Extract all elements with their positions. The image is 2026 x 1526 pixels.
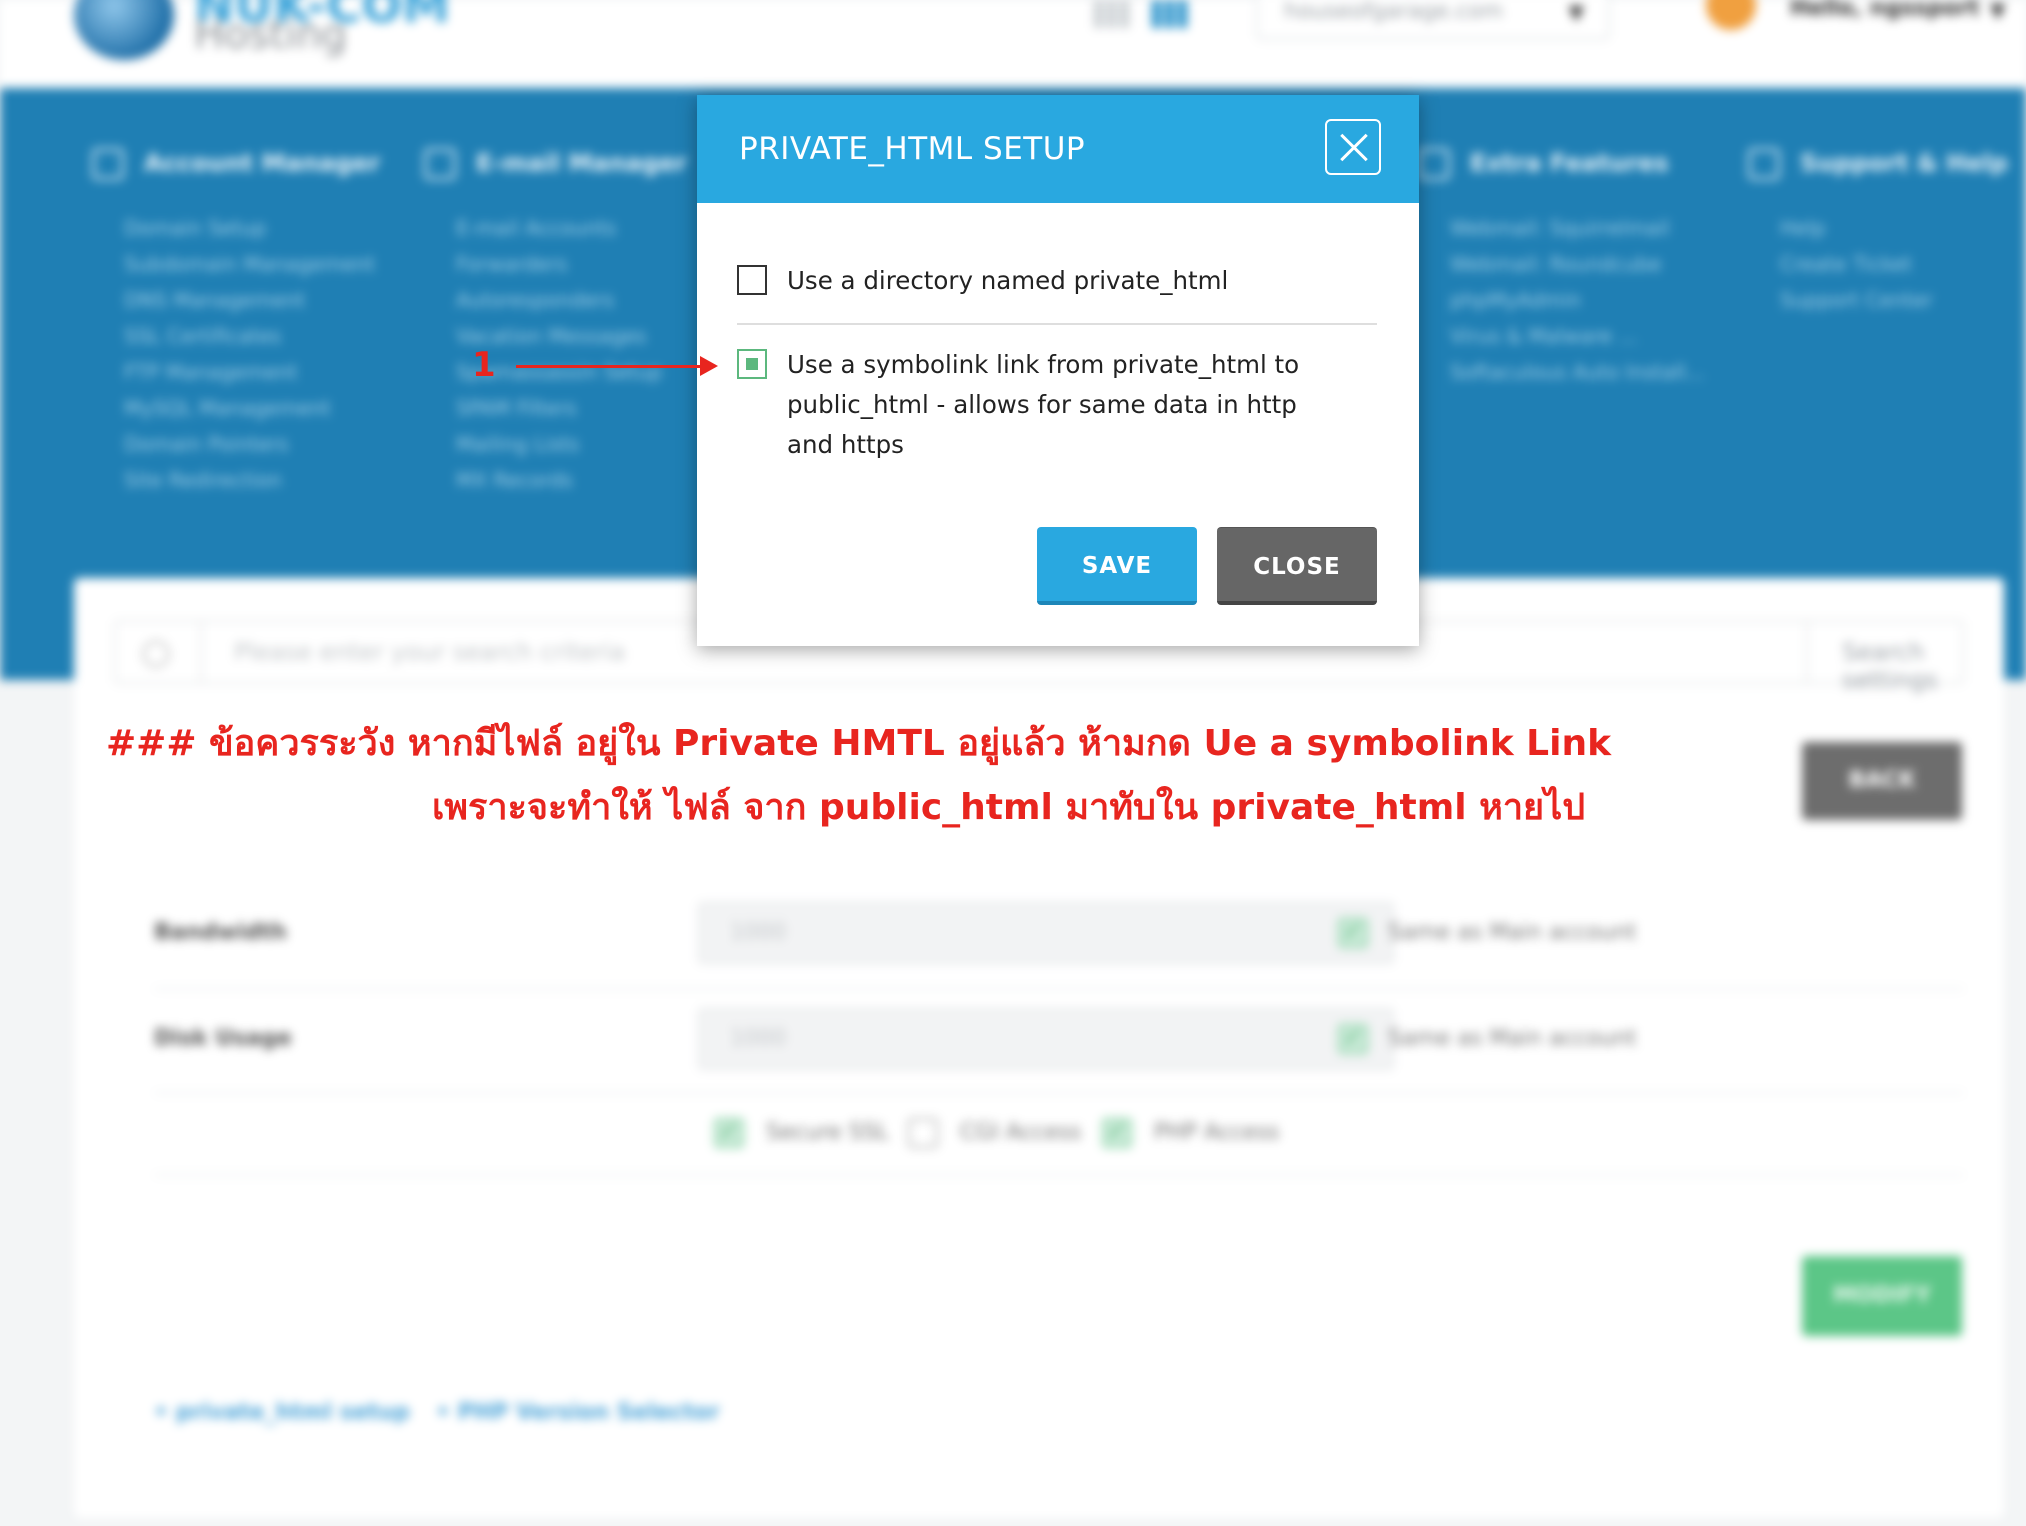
nav-item[interactable]: Help [1748,216,2008,252]
bandwidth-same-checkbox[interactable] [1338,917,1368,948]
bandwidth-label: Bandwidth [154,920,287,945]
dialog-header: PRIVATE_HTML SETUP [697,95,1419,203]
nav-column-account: Account Manager Domain Setup Subdomain M… [92,148,380,504]
php-access-label: PHP Access [1154,1120,1280,1145]
disk-usage-label: Disk Usage [154,1026,292,1051]
private-html-setup-link[interactable]: • private_html setup [154,1400,410,1425]
disk-same-label: Same as Main account [1388,1026,1637,1051]
annotation-arrow-line [516,365,706,368]
nav-item[interactable]: Webmail: Squirrelmail [1418,216,1705,252]
search-input[interactable]: Please enter your search criteria [234,638,625,666]
grid-view-icon[interactable] [1094,0,1130,28]
nav-heading[interactable]: Extra Features [1418,148,1705,196]
nav-item[interactable]: SSL Certificates [92,324,380,360]
list-view-icon[interactable] [1152,0,1188,28]
nav-item[interactable]: Domain Pointers [92,432,380,468]
nav-item[interactable]: Forwarders [424,252,687,288]
warning-text-line2: เพราะจะทำให้ ไฟล์ จาก public_html มาทับใ… [432,787,1586,828]
nav-item[interactable]: Mailing Lists [424,432,687,468]
search-settings-button[interactable]: Search settings [1842,638,1962,694]
nav-heading[interactable]: Account Manager [92,148,380,196]
bandwidth-input[interactable]: 1000 [698,902,1394,964]
extra-features-icon [1418,148,1450,180]
nav-item[interactable]: phpMyAdmin [1418,288,1705,324]
account-icon [92,148,124,180]
nav-item[interactable]: Webmail: Roundcube [1418,252,1705,288]
php-access-checkbox[interactable] [1102,1117,1132,1148]
caret-down-icon: ▼ [1568,0,1584,24]
nav-item[interactable]: Subdomain Management [92,252,380,288]
arrow-right-icon [700,356,718,376]
nav-heading[interactable]: Support & Help [1748,148,2008,196]
divider [154,1092,1964,1094]
nav-heading[interactable]: E-mail Manager [424,148,687,196]
close-button[interactable]: CLOSE [1217,527,1377,605]
warning-text-line1: ### ข้อควรระวัง หากมีไฟล์ อยู่ใน Private… [106,723,1612,764]
nav-item[interactable]: Autoresponders [424,288,687,324]
nav-item[interactable]: Vacation Messages [424,324,687,360]
divider [737,323,1377,325]
private-html-setup-dialog: PRIVATE_HTML SETUP Use a directory named… [697,95,1419,646]
cgi-access-label: CGI Access [960,1120,1082,1145]
logo-subtext: Hosting [194,12,347,58]
nav-column-extra: Extra Features Webmail: Squirrelmail Web… [1418,148,1705,396]
disk-usage-input[interactable]: 1000 [698,1008,1394,1070]
bandwidth-same-label: Same as Main account [1388,920,1637,945]
nav-item[interactable]: E-mail Accounts [424,216,687,252]
dialog-title: PRIVATE_HTML SETUP [739,131,1086,167]
nav-item[interactable]: Support Center [1748,288,2008,324]
top-bar: NUK-COM Hosting houseofgarage.com ▼ Hell… [0,0,2026,88]
support-icon [1748,148,1780,180]
option-symlink-label: Use a symbolink link from private_html t… [787,350,1300,459]
divider [154,988,1964,990]
nav-item[interactable]: Softaculous Auto Install... [1418,360,1705,396]
nav-item[interactable]: Domain Setup [92,216,380,252]
nav-item[interactable]: MX Records [424,468,687,504]
nav-item[interactable]: SPAM Filters [424,396,687,432]
nav-column-support: Support & Help Help Create Ticket Suppor… [1748,148,2008,324]
user-greeting[interactable]: Hello, ngssport [1790,0,1979,21]
save-button[interactable]: SAVE [1037,527,1197,605]
close-icon[interactable] [1325,119,1381,175]
option-directory-checkbox[interactable] [737,265,767,295]
globe-logo-icon [74,0,174,60]
cgi-access-checkbox[interactable] [908,1118,938,1148]
domain-select-value: houseofgarage.com [1284,0,1504,24]
option-symlink-checkbox[interactable] [737,349,767,379]
avatar[interactable] [1706,0,1756,30]
nav-item[interactable]: FTP Management [92,360,380,396]
disk-same-checkbox[interactable] [1338,1023,1368,1054]
nav-item[interactable]: Virus & Malware ... [1418,324,1705,360]
email-icon [424,148,456,180]
divider [154,1174,1964,1176]
divider [1806,622,1808,682]
option-directory-label: Use a directory named private_html [787,266,1229,295]
nav-item[interactable]: MySQL Management [92,396,380,432]
caret-down-icon[interactable]: ▼ [1990,0,2005,22]
nav-column-email: E-mail Manager E-mail Accounts Forwarder… [424,148,687,504]
modify-button[interactable]: MODIFY [1802,1256,1962,1336]
divider [200,622,202,682]
php-version-selector-link[interactable]: • PHP Version Selector [436,1400,719,1425]
nav-item[interactable]: Site Redirection [92,468,380,504]
back-button[interactable]: BACK [1802,742,1962,820]
annotation-number: 1 [472,345,496,385]
search-icon [142,640,170,668]
secure-ssl-label: Secure SSL [766,1120,889,1145]
domain-select[interactable]: houseofgarage.com ▼ [1256,0,1610,40]
nav-item[interactable]: Create Ticket [1748,252,2008,288]
nav-item[interactable]: DNS Management [92,288,380,324]
secure-ssl-checkbox[interactable] [714,1117,744,1148]
